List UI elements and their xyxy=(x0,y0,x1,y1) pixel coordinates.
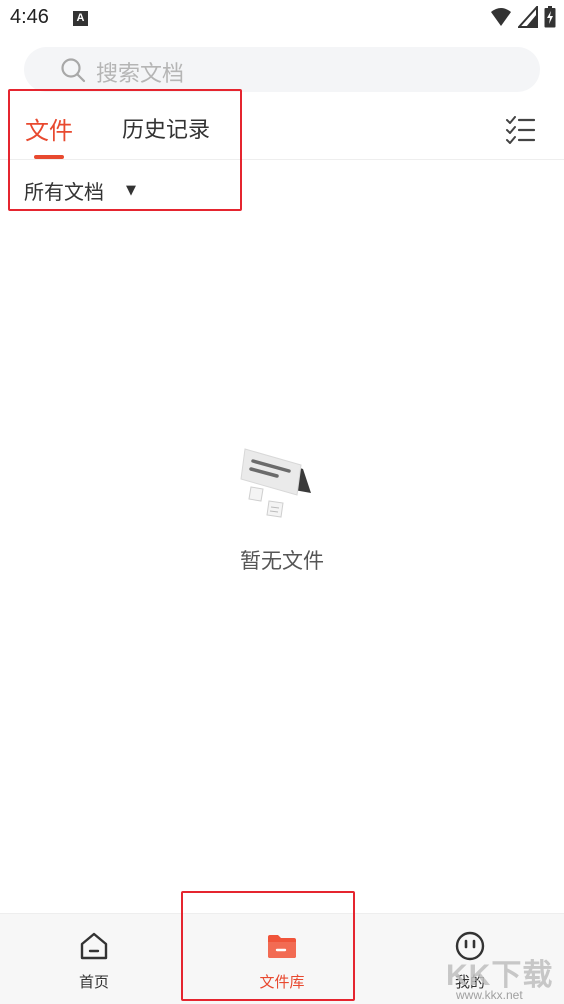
status-bar: 4:46 A xyxy=(0,0,564,38)
status-icons xyxy=(490,6,556,28)
checklist-icon[interactable] xyxy=(505,116,535,144)
nav-label-home: 首页 xyxy=(78,973,109,991)
empty-files-illustration xyxy=(240,448,311,518)
status-time: 4:46 xyxy=(10,6,49,28)
watermark: KK下载 www.kkx.net xyxy=(446,950,564,1004)
search-icon xyxy=(61,58,86,83)
notification-glyph: A xyxy=(73,11,88,26)
annotation-box-library xyxy=(181,891,355,1001)
empty-state-message: 暂无文件 xyxy=(240,549,324,573)
nav-item-home[interactable]: 首页 xyxy=(0,914,188,1004)
search-bar[interactable]: 搜索文档 xyxy=(24,47,540,92)
signal-icon xyxy=(518,6,538,28)
watermark-url: www.kkx.net xyxy=(456,988,523,1002)
wifi-icon xyxy=(491,8,511,26)
home-icon xyxy=(80,932,108,960)
annotation-box-tabs xyxy=(8,89,242,211)
search-placeholder: 搜索文档 xyxy=(96,62,185,87)
battery-icon xyxy=(544,6,556,28)
